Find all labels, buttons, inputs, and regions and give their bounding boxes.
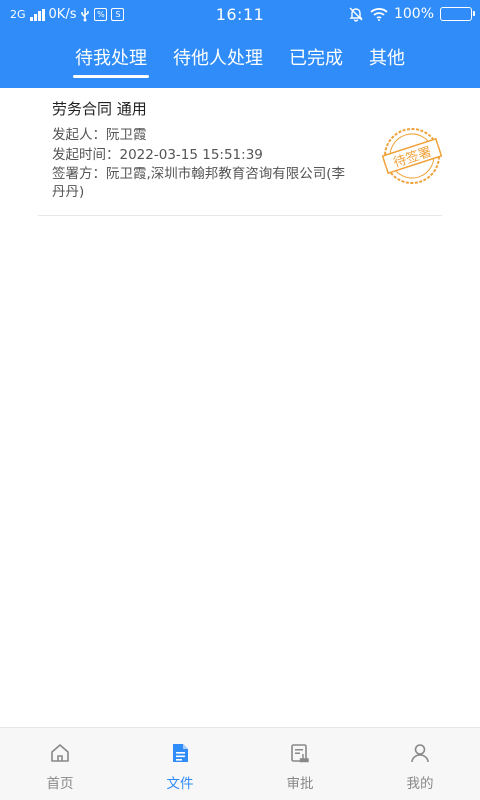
- app-screen: 2G 0K/s % S 16:11 100% 待我处理 待他人处理 已完成 其他…: [0, 0, 480, 800]
- tab-pending-others[interactable]: 待他人处理: [171, 44, 265, 80]
- tab-bar: 待我处理 待他人处理 已完成 其他: [0, 44, 480, 88]
- nav-home[interactable]: 首页: [0, 728, 120, 800]
- sim-icon: S: [111, 8, 125, 21]
- tab-label: 其他: [369, 48, 405, 69]
- battery-icon: [440, 7, 475, 21]
- nav-profile[interactable]: 我的: [360, 728, 480, 800]
- nav-label: 我的: [406, 776, 434, 792]
- active-tab-indicator: [73, 75, 149, 78]
- signal-icon: [29, 8, 45, 21]
- nav-label: 文件: [166, 776, 194, 792]
- pending-signature-stamp: 待签署: [382, 128, 442, 184]
- nav-documents[interactable]: 文件: [120, 728, 240, 800]
- home-icon: [51, 744, 69, 762]
- document-title: 劳务合同 通用: [52, 100, 147, 118]
- bottom-navigation: 首页 文件 审批 我的: [0, 727, 480, 800]
- tab-pending-me[interactable]: 待我处理: [73, 44, 149, 80]
- document-list-item[interactable]: 劳务合同 通用 发起人：阮卫霞 发起时间：2022-03-15 15:51:39…: [38, 92, 442, 216]
- tab-label: 待我处理: [75, 48, 147, 69]
- nav-label: 审批: [286, 776, 314, 792]
- tab-label: 待他人处理: [173, 48, 263, 69]
- status-bar: 2G 0K/s % S 16:11 100%: [0, 0, 480, 30]
- document-signers: 签署方：阮卫霞,深圳市翰邦教育咨询有限公司(李丹丹): [52, 166, 346, 200]
- battery-percent: 100%: [393, 6, 434, 22]
- profile-icon: [411, 744, 429, 763]
- network-speed: 0K/s: [48, 7, 77, 22]
- header-bar: 2G 0K/s % S 16:11 100% 待我处理 待他人处理 已完成 其他: [0, 0, 480, 88]
- nav-label: 首页: [46, 776, 74, 792]
- document-icon: [173, 744, 188, 762]
- mute-bell-icon: [348, 6, 364, 22]
- app-notification-icon: %: [94, 8, 108, 21]
- nav-approval[interactable]: 审批: [240, 728, 360, 800]
- tab-completed[interactable]: 已完成: [287, 44, 345, 80]
- wifi-icon: [370, 7, 388, 21]
- status-left: 2G 0K/s % S: [10, 7, 125, 22]
- status-right: 100%: [348, 6, 475, 22]
- network-type: 2G: [10, 8, 26, 21]
- tab-label: 已完成: [289, 48, 343, 69]
- approval-icon: [291, 744, 309, 763]
- document-initiator: 发起人：阮卫霞: [52, 127, 147, 143]
- document-initiated-time: 发起时间：2022-03-15 15:51:39: [52, 147, 263, 163]
- usb-icon: [80, 7, 90, 22]
- tab-other[interactable]: 其他: [367, 44, 407, 80]
